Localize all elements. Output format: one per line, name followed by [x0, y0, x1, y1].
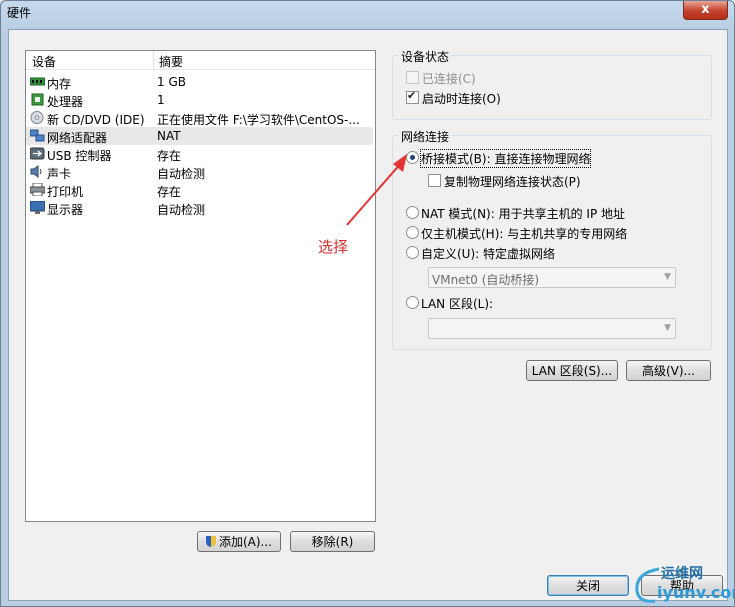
close-icon: x: [701, 2, 710, 17]
advanced-button[interactable]: 高级(V)...: [626, 360, 711, 381]
connect-at-power-on-checkbox[interactable]: ✔: [406, 89, 419, 104]
annotation-arrow-icon: [346, 154, 407, 226]
device-summary: NAT: [157, 129, 181, 143]
device-name: 打印机: [47, 185, 84, 199]
remove-device-button[interactable]: 移除(R): [290, 531, 375, 552]
device-summary: 1: [157, 93, 165, 107]
device-status-group: 设备状态 已连接(C) ✔ 启动时连接(O): [392, 48, 712, 120]
sound-icon: [30, 165, 42, 178]
device-row-memory[interactable]: 内存 1 GB: [26, 73, 373, 91]
watermark-text-cn: 运维网: [661, 566, 703, 582]
device-row-printer[interactable]: 打印机 存在: [26, 181, 373, 199]
lan-segments-label: LAN 区段(S)...: [531, 364, 613, 378]
add-device-button[interactable]: 添加(A)...: [197, 531, 281, 552]
host-only-label: 仅主机模式(H): 与主机共享的专用网络: [421, 227, 628, 241]
column-header-summary[interactable]: 摘要: [159, 53, 183, 70]
memory-icon: [30, 77, 45, 86]
advanced-label: 高级(V)...: [641, 364, 696, 378]
device-name: 声卡: [47, 167, 72, 181]
device-row-network-adapter[interactable]: 网络适配器 NAT: [26, 127, 373, 145]
device-list-header: 设备 摘要: [26, 51, 375, 70]
processor-icon: [31, 93, 44, 106]
lan-segment-select[interactable]: ▼: [428, 318, 676, 339]
network-connection-group: 网络连接 桥接模式(B): 直接连接物理网络 复制物理网络连接状态(P) NAT…: [392, 128, 712, 350]
lan-segments-button[interactable]: LAN 区段(S)...: [526, 360, 618, 381]
network-connection-title: 网络连接: [399, 128, 452, 145]
device-summary: 存在: [157, 149, 182, 163]
connected-checkbox[interactable]: [406, 71, 419, 84]
lan-segment-label: LAN 区段(L):: [421, 297, 494, 311]
checkmark-icon: ✔: [407, 89, 417, 102]
device-row-cd-dvd[interactable]: 新 CD/DVD (IDE) 正在使用文件 F:\学习软件\CentOS-...: [26, 109, 373, 127]
custom-label: 自定义(U): 特定虚拟网络: [421, 247, 556, 261]
cd-dvd-icon: [30, 111, 44, 124]
network-adapter-icon: [30, 129, 45, 142]
window-title: 硬件: [7, 6, 32, 20]
device-row-usb[interactable]: USB 控制器 存在: [26, 145, 373, 163]
lan-segment-radio[interactable]: [406, 296, 419, 309]
device-summary: 自动检测: [157, 203, 206, 217]
nat-label: NAT 模式(N): 用于共享主机的 IP 地址: [421, 207, 626, 221]
printer-icon: [30, 183, 45, 196]
chevron-down-icon: ▼: [664, 323, 671, 333]
device-name: USB 控制器: [47, 149, 112, 163]
title-bar: 硬件 x: [1, 1, 734, 25]
device-name: 网络适配器: [47, 131, 108, 145]
watermark-text-en: iyunv.com: [657, 583, 734, 602]
close-window-button[interactable]: x: [683, 1, 728, 20]
hardware-dialog: 硬件 x 设备 摘要 内存 1 GB 处理器 1 新 CD/DVD (IDE) …: [0, 0, 735, 607]
display-icon: [30, 201, 45, 214]
device-summary: 1 GB: [157, 75, 186, 89]
shield-icon: [205, 536, 216, 547]
remove-device-label: 移除(R): [311, 535, 354, 549]
device-status-title: 设备状态: [399, 48, 452, 65]
device-name: 新 CD/DVD (IDE): [47, 113, 145, 127]
watermark-logo: 运维网 iyunv.com: [633, 563, 734, 605]
device-row-display[interactable]: 显示器 自动检测: [26, 199, 373, 217]
column-header-device[interactable]: 设备: [32, 53, 56, 70]
close-label: 关闭: [575, 579, 600, 593]
device-summary: 存在: [157, 185, 182, 199]
device-row-sound[interactable]: 声卡 自动检测: [26, 163, 373, 181]
device-list: 设备 摘要 内存 1 GB 处理器 1 新 CD/DVD (IDE) 正在使用文…: [25, 50, 376, 522]
connected-label: 已连接(C): [422, 72, 476, 86]
bridged-label: 桥接模式(B): 直接连接物理网络: [419, 149, 592, 168]
custom-radio[interactable]: [406, 246, 419, 259]
device-name: 显示器: [47, 203, 84, 217]
close-button[interactable]: 关闭: [547, 575, 629, 596]
usb-icon: [30, 147, 45, 160]
dialog-body: 设备 摘要 内存 1 GB 处理器 1 新 CD/DVD (IDE) 正在使用文…: [8, 29, 728, 601]
chevron-down-icon: ▼: [664, 272, 671, 282]
device-name: 处理器: [47, 95, 84, 109]
replicate-state-checkbox[interactable]: [428, 174, 441, 187]
device-name: 内存: [47, 77, 72, 91]
device-summary: 正在使用文件 F:\学习软件\CentOS-...: [157, 113, 360, 127]
custom-network-select[interactable]: VMnet0 (自动桥接) ▼: [428, 267, 676, 288]
column-separator[interactable]: [153, 51, 154, 69]
add-device-label: 添加(A)...: [218, 535, 273, 549]
connect-at-power-on-label: 启动时连接(O): [422, 92, 501, 106]
device-summary: 自动检测: [157, 167, 206, 181]
custom-network-value: VMnet0 (自动桥接): [432, 273, 540, 287]
device-row-processor[interactable]: 处理器 1: [26, 91, 373, 109]
replicate-state-label: 复制物理网络连接状态(P): [444, 175, 581, 189]
annotation-text: 选择: [318, 238, 349, 256]
